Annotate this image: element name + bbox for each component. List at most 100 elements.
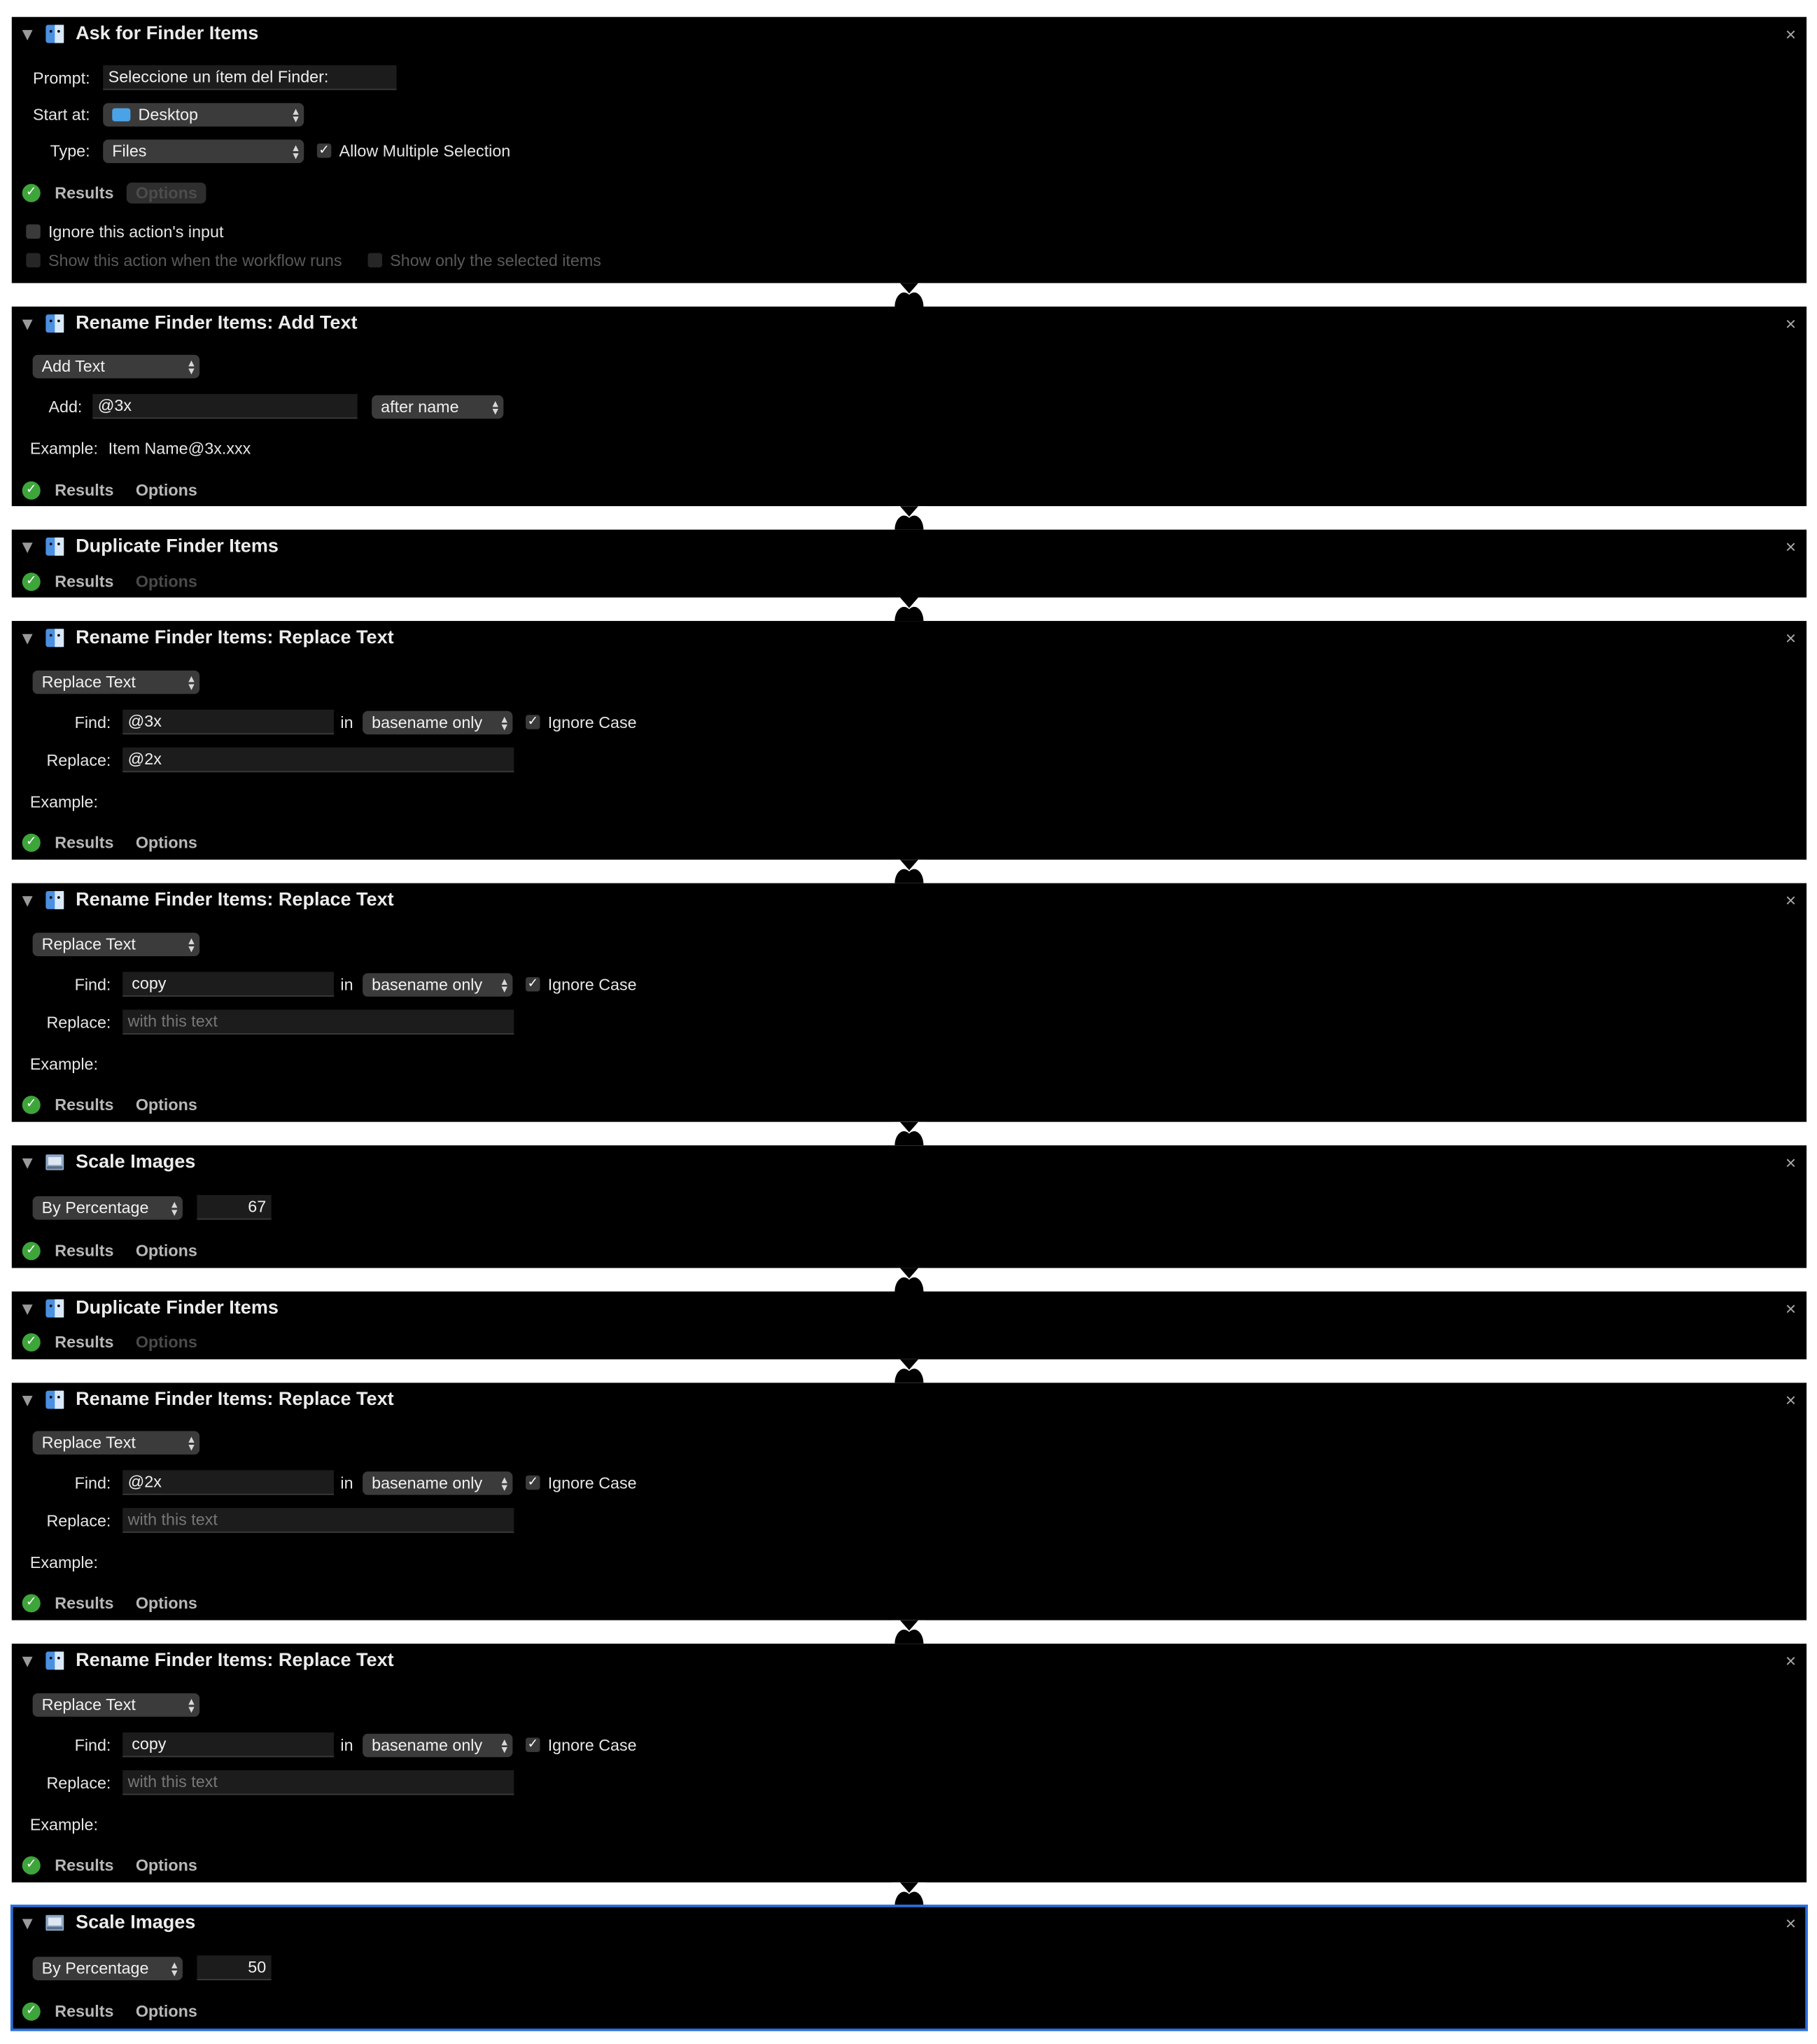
options-tab[interactable]: Options [136, 1096, 197, 1114]
options-tab[interactable]: Options [136, 482, 197, 500]
disclosure-triangle-icon[interactable] [22, 634, 33, 645]
replace-input[interactable]: @2x [122, 747, 514, 773]
chevron-updown-icon: ▴ ▾ [188, 1694, 195, 1716]
rename-mode-popup[interactable]: Replace Text ▴ ▾ [32, 1693, 200, 1717]
results-tab[interactable]: Results [55, 2003, 113, 2021]
disclosure-triangle-icon[interactable] [22, 1304, 33, 1315]
results-tab[interactable]: Results [55, 1334, 113, 1352]
disclosure-triangle-icon[interactable] [22, 542, 33, 554]
action-rename-replace-text[interactable]: Rename Finder Items: Replace Text × Repl… [11, 621, 1807, 860]
rename-mode-popup[interactable]: Replace Text ▴ ▾ [32, 932, 200, 957]
results-tab[interactable]: Results [55, 573, 113, 591]
position-popup[interactable]: after name ▴ ▾ [372, 395, 504, 419]
results-tab[interactable]: Results [55, 1856, 113, 1875]
ignore-case-checkbox[interactable]: ✓ [526, 976, 540, 992]
scope-popup[interactable]: basename only ▴ ▾ [363, 973, 513, 997]
position-value: after name [381, 398, 459, 416]
example-label: Example: [29, 793, 98, 812]
options-tab[interactable]: Options [136, 1242, 197, 1260]
rename-mode-popup[interactable]: Replace Text ▴ ▾ [32, 1431, 200, 1455]
rename-mode-popup[interactable]: Add Text ▴ ▾ [32, 354, 200, 379]
connector-notch [892, 860, 927, 883]
action-rename-replace-text[interactable]: Rename Finder Items: Replace Text × Repl… [11, 1644, 1807, 1883]
scope-popup[interactable]: basename only ▴ ▾ [363, 1733, 513, 1758]
results-tab[interactable]: Results [55, 184, 113, 202]
options-tab[interactable]: Options [136, 1594, 197, 1612]
scale-percentage-input[interactable]: 50 [197, 1955, 272, 1980]
prompt-input[interactable]: Seleccione un ítem del Finder: [103, 65, 397, 90]
close-icon[interactable]: × [1786, 627, 1796, 648]
scale-percentage-input[interactable]: 67 [197, 1195, 272, 1220]
add-text-input[interactable]: @3x [92, 393, 358, 419]
chevron-updown-icon: ▴ ▾ [188, 356, 195, 377]
results-tab[interactable]: Results [55, 1594, 113, 1612]
rename-mode-popup[interactable]: Replace Text ▴ ▾ [32, 670, 200, 694]
close-icon[interactable]: × [1786, 1650, 1796, 1671]
find-input[interactable]: copy [122, 972, 335, 997]
close-icon[interactable]: × [1786, 1152, 1796, 1173]
close-icon[interactable]: × [1786, 536, 1796, 557]
preview-icon [45, 1914, 64, 1931]
disclosure-triangle-icon[interactable] [22, 1656, 33, 1667]
results-tab[interactable]: Results [55, 834, 113, 852]
ignore-case-checkbox[interactable]: ✓ [526, 1475, 540, 1490]
action-scale-images-selected[interactable]: Scale Images × By Percentage ▴ ▾ 50 ✓ Res… [10, 1904, 1808, 2031]
options-tab[interactable]: Options [136, 573, 197, 591]
action-duplicate-finder-items[interactable]: Duplicate Finder Items × ✓ Results Optio… [11, 1291, 1807, 1359]
allow-multiple-checkbox[interactable]: ✓ [316, 143, 332, 158]
action-rename-replace-text[interactable]: Rename Finder Items: Replace Text × Repl… [11, 1382, 1807, 1620]
scale-mode-popup[interactable]: By Percentage ▴ ▾ [32, 1956, 183, 1980]
replace-input[interactable]: with this text [122, 1009, 514, 1035]
options-tab[interactable]: Options [126, 182, 206, 204]
find-input[interactable]: @3x [122, 709, 335, 735]
results-tab[interactable]: Results [55, 1242, 113, 1260]
rename-mode-value: Replace Text [41, 1434, 136, 1452]
results-tab[interactable]: Results [55, 482, 113, 500]
finder-icon [45, 1299, 64, 1318]
results-status-icon: ✓ [22, 481, 41, 500]
scale-mode-popup[interactable]: By Percentage ▴ ▾ [32, 1196, 183, 1220]
scope-popup[interactable]: basename only ▴ ▾ [363, 710, 513, 735]
results-tab[interactable]: Results [55, 1096, 113, 1114]
ignore-input-checkbox[interactable] [26, 224, 41, 239]
options-tab[interactable]: Options [136, 834, 197, 852]
disclosure-triangle-icon[interactable] [22, 1158, 33, 1169]
find-input[interactable]: @2x [122, 1470, 335, 1495]
chevron-updown-icon: ▴ ▾ [501, 1473, 507, 1494]
start-at-popup[interactable]: Desktop ▴ ▾ [103, 103, 304, 127]
disclosure-triangle-icon[interactable] [22, 1396, 33, 1406]
replace-input[interactable]: with this text [122, 1508, 514, 1533]
show-selected-checkbox[interactable] [367, 253, 383, 268]
options-tab[interactable]: Options [136, 1856, 197, 1875]
scope-popup[interactable]: basename only ▴ ▾ [363, 1471, 513, 1495]
rename-mode-value: Add Text [41, 357, 105, 376]
ignore-case-checkbox[interactable]: ✓ [526, 715, 540, 729]
disclosure-triangle-icon[interactable] [22, 29, 33, 41]
ignore-case-checkbox[interactable]: ✓ [526, 1737, 540, 1752]
close-icon[interactable]: × [1786, 1298, 1796, 1319]
example-value: Item Name@3x.xxx [108, 440, 251, 458]
disclosure-triangle-icon[interactable] [22, 896, 33, 907]
example-label: Example: [29, 1816, 98, 1835]
close-icon[interactable]: × [1786, 890, 1796, 911]
close-icon[interactable]: × [1786, 313, 1796, 334]
results-status-icon: ✓ [22, 1594, 41, 1613]
preview-icon [45, 1154, 64, 1170]
disclosure-triangle-icon[interactable] [22, 1919, 33, 1930]
options-tab[interactable]: Options [136, 1334, 197, 1352]
action-scale-images[interactable]: Scale Images × By Percentage ▴ ▾ 67 ✓ Res… [11, 1145, 1807, 1268]
action-duplicate-finder-items[interactable]: Duplicate Finder Items × ✓ Results Optio… [11, 529, 1807, 598]
find-input[interactable]: copy [122, 1732, 335, 1758]
close-icon[interactable]: × [1786, 1390, 1796, 1410]
action-rename-add-text[interactable]: Rename Finder Items: Add Text × Add Text… [11, 306, 1807, 507]
action-title: Duplicate Finder Items [76, 1298, 279, 1320]
close-icon[interactable]: × [1786, 24, 1796, 45]
show-action-checkbox[interactable] [26, 253, 41, 268]
action-ask-for-finder-items[interactable]: Ask for Finder Items × Prompt: Seleccion… [11, 17, 1807, 284]
disclosure-triangle-icon[interactable] [22, 319, 33, 330]
replace-input[interactable]: with this text [122, 1770, 514, 1795]
type-popup[interactable]: Files ▴ ▾ [103, 139, 304, 163]
action-rename-replace-text[interactable]: Rename Finder Items: Replace Text × Repl… [11, 883, 1807, 1122]
close-icon[interactable]: × [1786, 1912, 1796, 1933]
options-tab[interactable]: Options [136, 2003, 197, 2021]
